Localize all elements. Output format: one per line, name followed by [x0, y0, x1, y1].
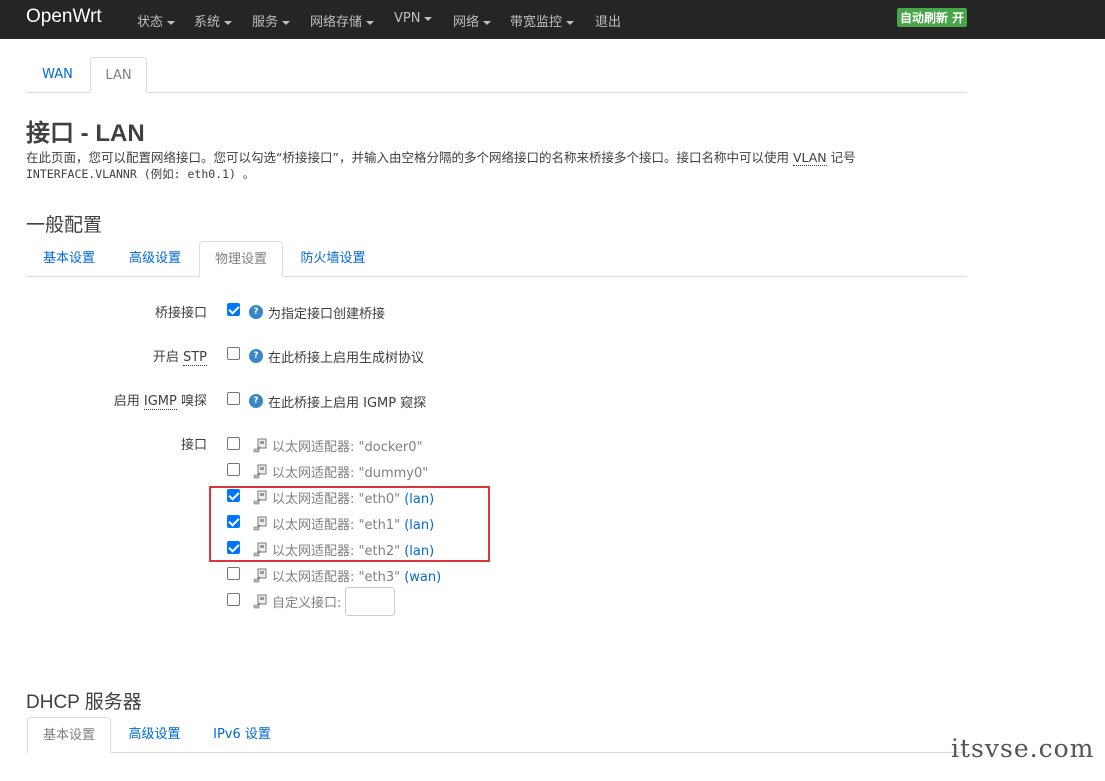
chevron-down-icon	[566, 20, 575, 25]
nav-storage[interactable]: 网络存储	[310, 11, 375, 30]
ethernet-port-icon	[253, 568, 267, 583]
nav-status[interactable]: 状态	[137, 11, 176, 30]
dhcp-title: DHCP 服务器	[26, 692, 142, 713]
page-description: 在此页面，您可以配置网络接口。您可以勾选“桥接接口”，并输入由空格分隔的多个网络…	[26, 150, 856, 166]
nav-vpn[interactable]: VPN	[394, 11, 433, 26]
stp-label: 开启 STP	[152, 350, 207, 366]
tab-firewall-settings[interactable]: 防火墙设置	[284, 241, 382, 277]
brand-logo[interactable]: OpenWrt	[26, 6, 102, 28]
general-config-tabs: 基本设置 高级设置 物理设置 防火墙设置	[26, 241, 967, 277]
nav-network[interactable]: 网络	[453, 11, 492, 30]
auto-refresh-toggle[interactable]: 自动刷新 开	[897, 8, 968, 27]
chevron-down-icon	[167, 20, 176, 25]
interface-label: 以太网适配器: "dummy0"	[272, 466, 429, 481]
zone-link[interactable]: (wan)	[404, 570, 441, 585]
help-icon: ?	[249, 305, 263, 319]
custom-interface-input[interactable]	[345, 587, 395, 616]
nav-services[interactable]: 服务	[252, 11, 291, 30]
bridge-label: 桥接接口	[154, 306, 207, 321]
interface-label: 以太网适配器: "docker0"	[272, 440, 423, 455]
ethernet-port-icon	[253, 464, 267, 479]
interface-checkbox[interactable]	[227, 593, 240, 606]
stp-checkbox[interactable]	[227, 347, 240, 360]
nav-logout[interactable]: 退出	[595, 11, 621, 30]
tab-wan[interactable]: WAN	[26, 57, 89, 93]
watermark: itsvse.com	[951, 734, 1095, 763]
tab-lan[interactable]: LAN	[90, 57, 147, 93]
igmp-label: 启用 IGMP 嗅探	[113, 394, 207, 410]
interface-tabs: WAN LAN	[26, 56, 967, 93]
page-description-line2: INTERFACE.VLANNR (例如: eth0.1) 。	[26, 167, 255, 181]
chevron-down-icon	[366, 20, 375, 25]
dhcp-tabs: 基本设置 高级设置 IPv6 设置	[26, 716, 967, 753]
chevron-down-icon	[224, 20, 233, 25]
tab-dhcp-advanced[interactable]: 高级设置	[112, 717, 197, 753]
highlight-annotation	[209, 486, 490, 562]
chevron-down-icon	[424, 16, 433, 21]
interface-checkbox[interactable]	[227, 567, 240, 580]
tab-dhcp-basic[interactable]: 基本设置	[27, 717, 111, 753]
tab-dhcp-ipv6[interactable]: IPv6 设置	[198, 717, 286, 753]
interface-label: 自定义接口:	[272, 596, 342, 611]
general-config-title: 一般配置	[26, 215, 103, 236]
interface-label: 以太网适配器: "eth3" (wan)	[272, 570, 442, 585]
ethernet-port-icon	[253, 438, 267, 453]
top-navbar: OpenWrt 状态 系统 服务 网络存储 VPN 网络 带宽监控 退出 自动刷…	[0, 0, 1105, 39]
interface-checkbox[interactable]	[227, 437, 240, 450]
bridge-checkbox[interactable]	[227, 303, 240, 316]
bridge-help-text: 为指定接口创建桥接	[268, 307, 386, 322]
interface-checkbox[interactable]	[227, 463, 240, 476]
chevron-down-icon	[282, 20, 291, 25]
page-title: 接口 - LAN	[26, 120, 145, 147]
igmp-checkbox[interactable]	[227, 392, 240, 405]
igmp-help-text: 在此桥接上启用 IGMP 窥探	[268, 396, 427, 411]
help-icon: ?	[249, 394, 263, 408]
tab-advanced-settings[interactable]: 高级设置	[112, 241, 198, 277]
chevron-down-icon	[483, 20, 492, 25]
interfaces-label: 接口	[180, 438, 207, 453]
nav-system[interactable]: 系统	[194, 11, 233, 30]
ethernet-port-icon	[253, 594, 267, 609]
tab-physical-settings[interactable]: 物理设置	[199, 241, 283, 277]
stp-help-text: 在此桥接上启用生成树协议	[268, 351, 425, 366]
nav-bandwidth[interactable]: 带宽监控	[510, 11, 575, 30]
tab-basic-settings[interactable]: 基本设置	[26, 241, 112, 277]
help-icon: ?	[249, 349, 263, 363]
